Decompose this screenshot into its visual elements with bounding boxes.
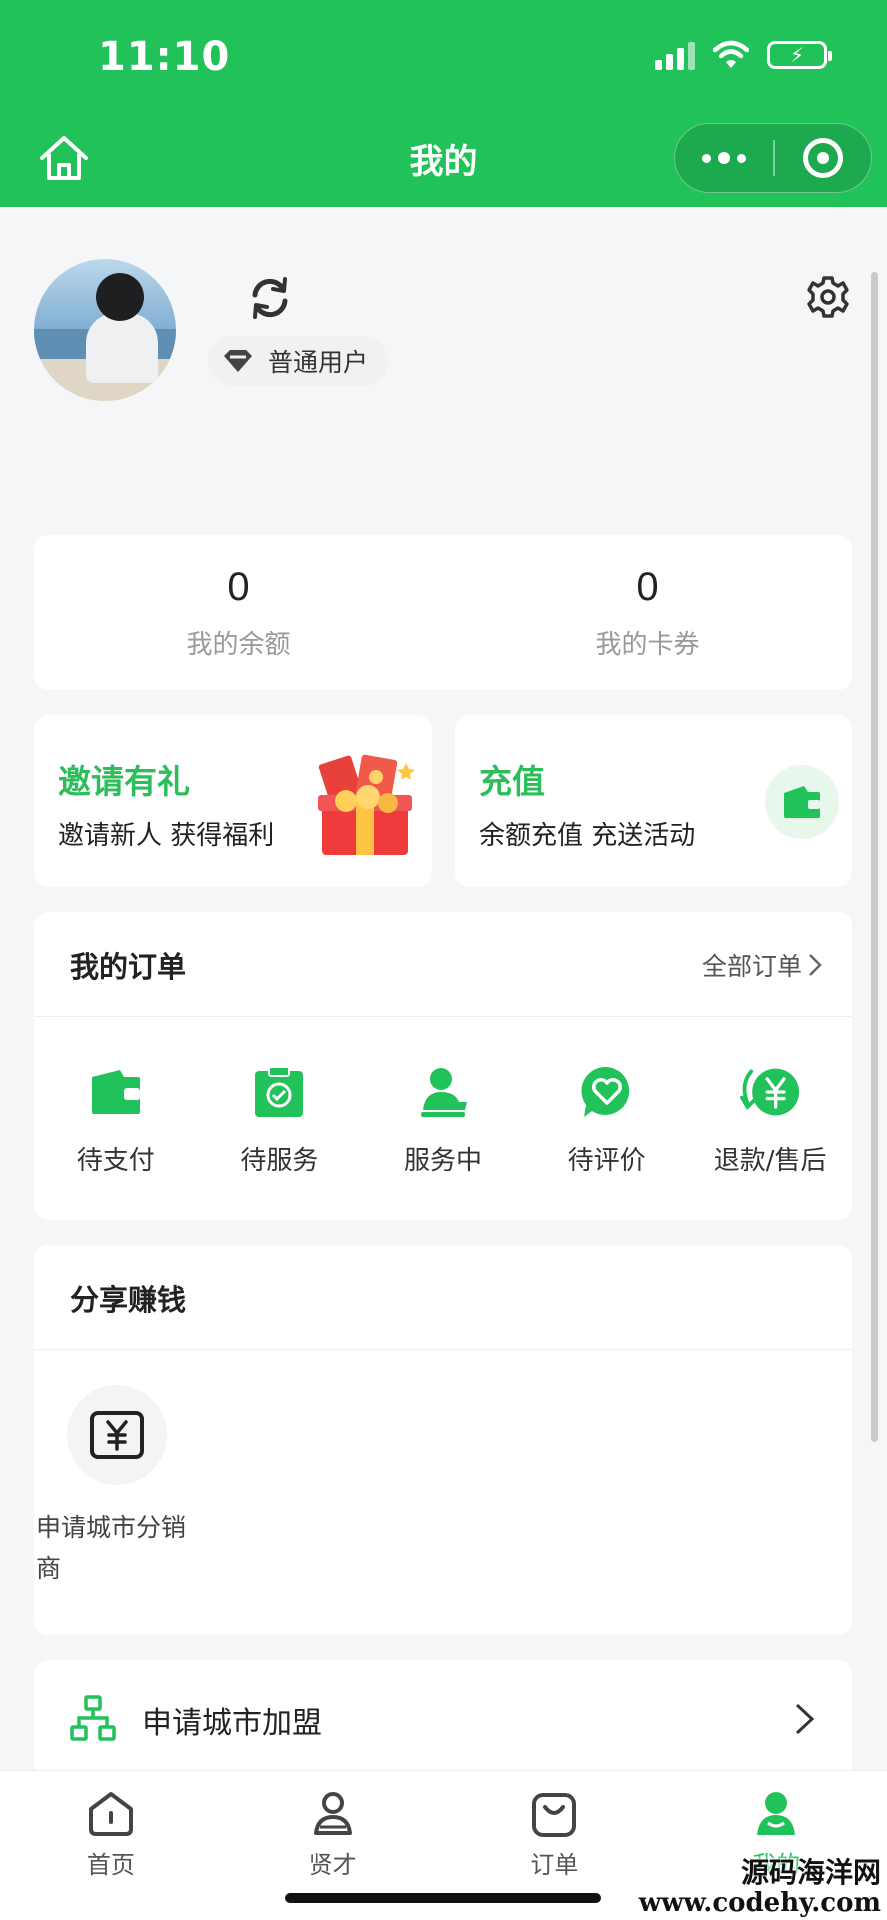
my-orders-card: 我的订单 全部订单 待支付 待服务 服务中 待评价 退款/售后 xyxy=(34,912,852,1220)
balance-label: 我的余额 xyxy=(186,629,291,660)
recharge-desc: 余额充值 充送活动 xyxy=(479,821,696,851)
recharge-promo-card[interactable]: 充值 余额充值 充送活动 xyxy=(455,715,852,887)
order-item-label: 退款/售后 xyxy=(713,1146,827,1176)
coupons-label: 我的卡券 xyxy=(595,629,700,660)
watermark-en: www.codehy.com xyxy=(638,1887,881,1918)
talent-tab-icon xyxy=(313,1792,352,1835)
city-franchise-row[interactable]: 申请城市加盟 xyxy=(34,1660,852,1780)
balance-card: 0 我的余额 0 我的卡券 xyxy=(34,535,852,690)
coupons-value: 0 xyxy=(636,564,659,609)
wallet-icon xyxy=(91,1070,140,1114)
site-watermark: 源码海洋网 www.codehy.com xyxy=(638,1856,881,1918)
order-pending-service[interactable]: 待服务 xyxy=(198,1032,362,1212)
scrollbar[interactable] xyxy=(871,272,878,1442)
tab-home[interactable]: 首页 xyxy=(0,1771,222,1920)
signal-icon xyxy=(655,40,695,70)
tab-label: 订单 xyxy=(530,1851,579,1879)
balance-stat[interactable]: 0 我的余额 xyxy=(34,535,443,690)
home-indicator xyxy=(285,1893,601,1903)
city-franchise-label: 申请城市加盟 xyxy=(142,1706,322,1741)
diamond-icon xyxy=(224,350,252,372)
header-bar: 11:10 ⚡ 我的 xyxy=(0,0,887,207)
refresh-icon[interactable] xyxy=(247,275,293,321)
order-item-label: 待支付 xyxy=(76,1146,155,1176)
user-level-badge: 普通用户 xyxy=(208,336,389,386)
balance-value: 0 xyxy=(227,564,250,609)
order-item-label: 待评价 xyxy=(567,1146,646,1176)
mini-program-capsule xyxy=(674,123,872,193)
wallet-icon xyxy=(784,786,820,818)
heart-chat-icon xyxy=(581,1066,629,1117)
gift-box-icon xyxy=(318,754,415,855)
order-pending-review[interactable]: 待评价 xyxy=(525,1032,689,1212)
all-orders-label: 全部订单 xyxy=(701,952,802,981)
avatar[interactable] xyxy=(34,259,176,401)
share-title: 分享赚钱 xyxy=(70,1283,187,1317)
share-divider xyxy=(34,1349,852,1350)
yen-ticket-icon xyxy=(90,1411,144,1459)
watermark-cn: 源码海洋网 xyxy=(740,1856,881,1889)
share-earn-card: 分享赚钱 申请城市分销商 xyxy=(34,1245,852,1635)
org-chart-icon xyxy=(70,1695,116,1741)
orders-divider xyxy=(34,1016,852,1017)
orders-title: 我的订单 xyxy=(70,950,187,984)
order-item-label: 待服务 xyxy=(240,1146,319,1176)
invite-promo-card[interactable]: 邀请有礼 邀请新人 获得福利 xyxy=(34,715,432,887)
clipboard-check-icon xyxy=(255,1066,304,1117)
order-refund-aftersale[interactable]: 退款/售后 xyxy=(688,1032,852,1212)
order-in-service[interactable]: 服务中 xyxy=(361,1032,525,1212)
profile-tab-icon xyxy=(757,1792,796,1835)
battery-icon: ⚡ xyxy=(767,41,832,69)
tab-label: 首页 xyxy=(86,1851,135,1879)
wallet-badge xyxy=(765,765,839,839)
recharge-title: 充值 xyxy=(479,762,545,801)
status-icons: ⚡ xyxy=(655,40,832,70)
invite-desc: 邀请新人 获得福利 xyxy=(58,821,275,851)
bag-tab-icon xyxy=(532,1793,577,1837)
wifi-icon xyxy=(713,40,749,68)
apply-distributor-label: 申请城市分销商 xyxy=(36,1513,187,1583)
all-orders-link[interactable]: 全部订单 xyxy=(702,947,822,983)
chevron-right-icon xyxy=(795,1703,815,1735)
user-level-label: 普通用户 xyxy=(268,348,369,377)
status-time: 11:10 xyxy=(98,34,231,80)
close-mini-program-button[interactable] xyxy=(775,124,871,192)
tab-label: 贤才 xyxy=(308,1851,357,1879)
home-tab-icon xyxy=(88,1792,133,1836)
service-person-icon xyxy=(420,1068,467,1117)
settings-gear-icon[interactable] xyxy=(805,274,851,320)
invite-title: 邀请有礼 xyxy=(58,762,190,801)
more-options-button[interactable] xyxy=(675,124,773,192)
refund-yen-icon xyxy=(740,1068,800,1116)
order-item-label: 服务中 xyxy=(403,1146,482,1176)
order-pending-payment[interactable]: 待支付 xyxy=(34,1032,198,1212)
coupons-stat[interactable]: 0 我的卡券 xyxy=(443,535,852,690)
chevron-right-icon xyxy=(809,954,822,976)
order-status-row: 待支付 待服务 服务中 待评价 退款/售后 xyxy=(34,1032,852,1212)
